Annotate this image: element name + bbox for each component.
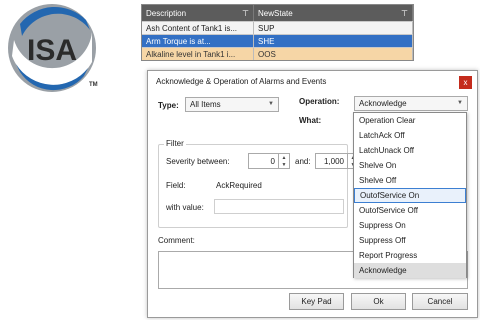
description-cell: Ash Content of Tank1 is... (142, 22, 254, 34)
svg-text:ISA: ISA (27, 34, 77, 67)
filter-icon[interactable]: ⊤ (242, 9, 249, 18)
table-row[interactable]: Arm Torque is at... SHE (142, 34, 413, 47)
operation-option[interactable]: OutofService Off (354, 203, 466, 218)
operation-option[interactable]: Report Progress (354, 248, 466, 263)
keypad-button[interactable]: Key Pad (289, 293, 344, 310)
severity-label: Severity between: (166, 157, 230, 166)
description-cell: Arm Torque is at... (142, 35, 254, 47)
close-button[interactable]: x (459, 76, 472, 89)
severity-min-stepper[interactable]: 0 ▲ ▼ (248, 153, 290, 169)
stepper-arrows-icon[interactable]: ▲▼ (278, 154, 289, 168)
type-label: Type: (158, 101, 179, 110)
with-value-label: with value: (166, 203, 204, 212)
ok-button[interactable]: Ok (351, 293, 406, 310)
grid-header: Description ⊤ NewState ⊤ (142, 5, 413, 21)
field-value[interactable]: AckRequired (216, 181, 262, 190)
column-header-description[interactable]: Description ⊤ (142, 5, 254, 21)
operation-option[interactable]: LatchUnack Off (354, 143, 466, 158)
operation-label: Operation: (299, 97, 340, 106)
operation-option[interactable]: Operation Clear (354, 113, 466, 128)
alarm-grid: Description ⊤ NewState ⊤ Ash Content of … (141, 4, 414, 61)
operation-option[interactable]: LatchAck Off (354, 128, 466, 143)
what-label: What: (299, 116, 322, 125)
type-select[interactable]: All Items ▼ (185, 97, 279, 112)
dialog-title: Acknowledge & Operation of Alarms and Ev… (156, 77, 327, 86)
description-cell: Alkaline level in Tank1 i... (142, 48, 254, 60)
chevron-down-icon: ▼ (457, 100, 463, 106)
state-cell: SUP (254, 22, 413, 34)
operation-option[interactable]: Suppress On (354, 218, 466, 233)
column-header-newstate[interactable]: NewState ⊤ (254, 5, 413, 21)
state-cell: SHE (254, 35, 413, 47)
close-icon: x (463, 78, 468, 87)
cancel-button[interactable]: Cancel (412, 293, 468, 310)
table-row[interactable]: Alkaline level in Tank1 i... OOS (142, 47, 413, 60)
operation-option[interactable]: Suppress Off (354, 233, 466, 248)
with-value-input[interactable] (214, 199, 344, 214)
state-cell: OOS (254, 48, 413, 60)
trademark-mark: TM (89, 82, 98, 88)
operation-option[interactable]: Shelve On (354, 158, 466, 173)
comment-label: Comment: (158, 236, 195, 245)
filter-icon[interactable]: ⊤ (401, 9, 408, 18)
operation-option[interactable]: Acknowledge (354, 263, 466, 278)
operation-dropdown-list: Operation Clear LatchAck Off LatchUnack Of… (353, 112, 467, 278)
operation-option[interactable]: Shelve Off (354, 173, 466, 188)
operation-option[interactable]: OutofService On (354, 188, 466, 203)
filter-legend: Filter (164, 139, 186, 148)
and-label: and: (295, 157, 311, 166)
operation-select[interactable]: Acknowledge ▼ (354, 96, 468, 111)
isa-logo-icon: ISA (8, 4, 96, 92)
field-label: Field: (166, 181, 186, 190)
chevron-down-icon: ▼ (268, 101, 274, 107)
table-row[interactable]: Ash Content of Tank1 is... SUP (142, 21, 413, 34)
